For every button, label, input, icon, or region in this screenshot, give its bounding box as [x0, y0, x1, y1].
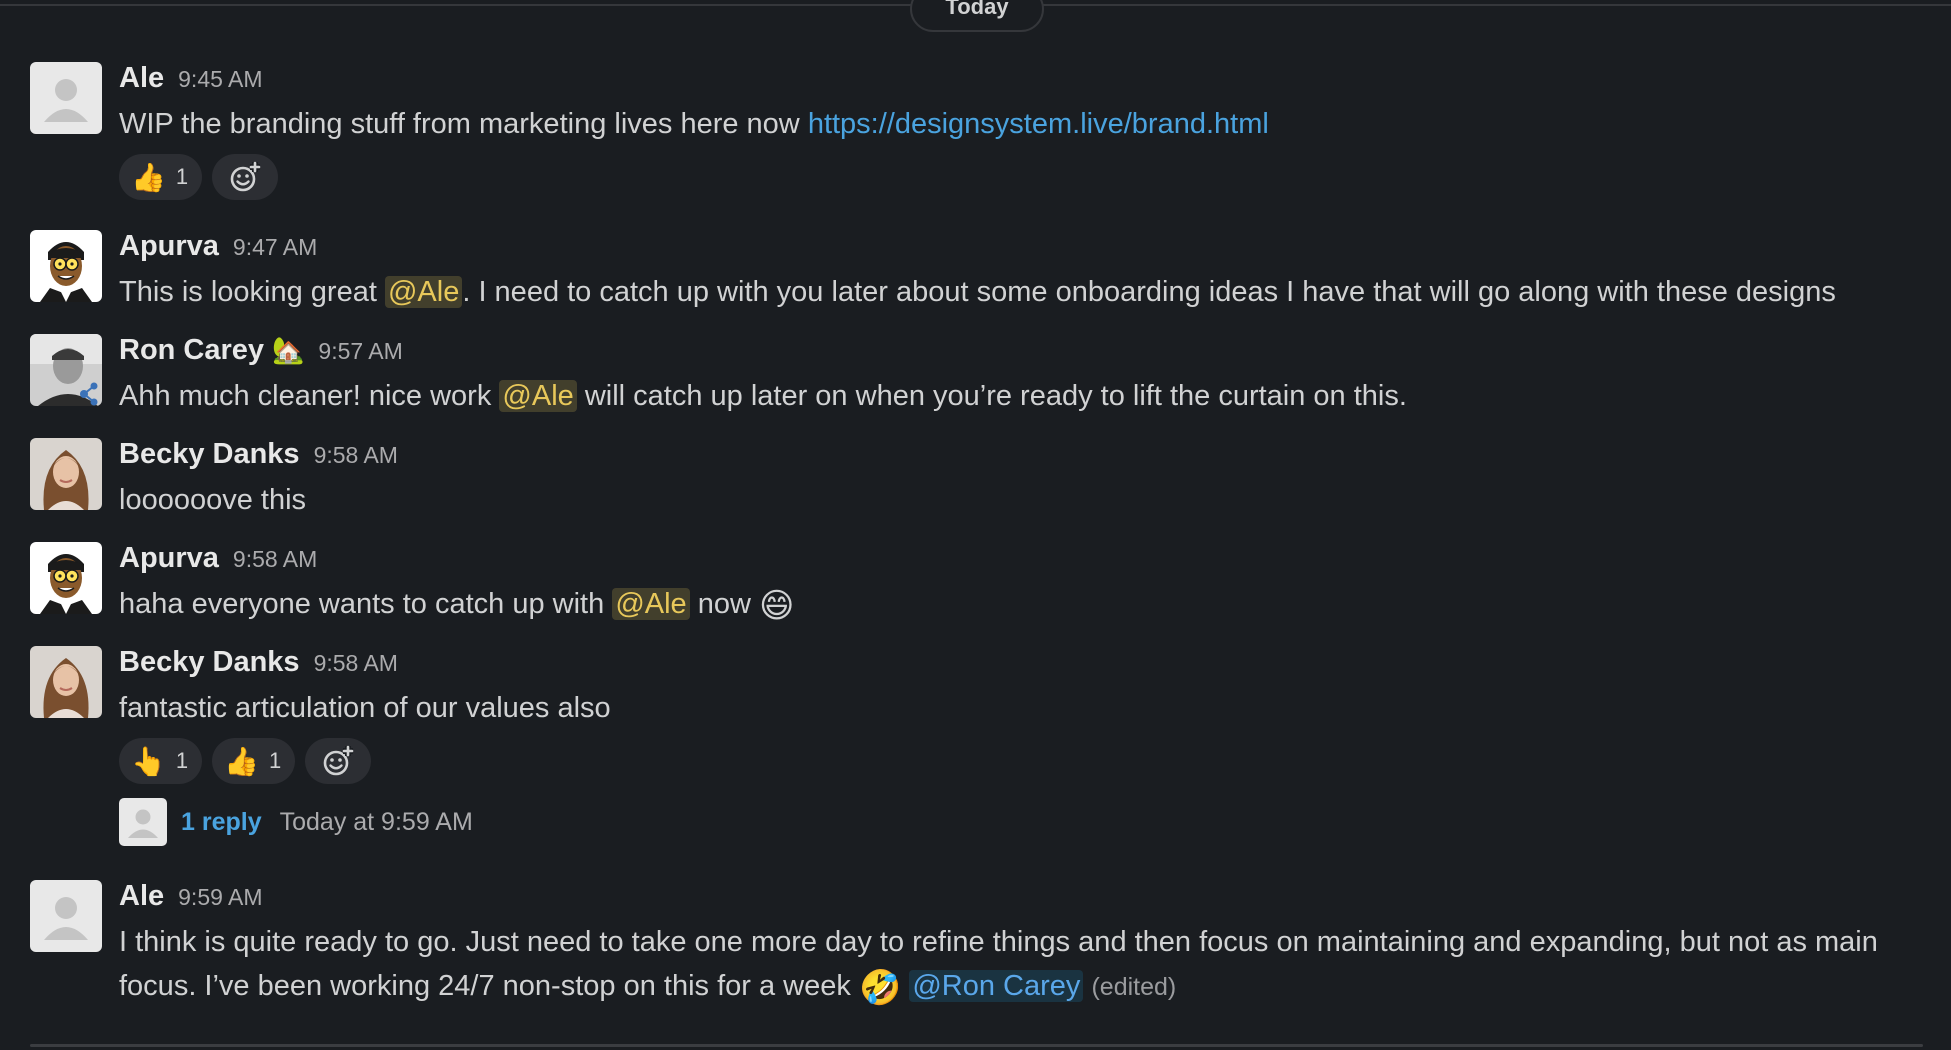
day-divider: Today [0, 0, 1951, 40]
composer-top-border [30, 1044, 1923, 1047]
rolling-laughing-icon: 🤣 [858, 969, 902, 1007]
message-text: WIP the branding stuff from marketing li… [119, 102, 1930, 146]
thread-summary[interactable]: 1 reply Today at 9:59 AM [119, 798, 1930, 846]
message-link[interactable]: https://designsystem.live/brand.html [808, 108, 1269, 140]
author-name[interactable]: Becky Danks [119, 646, 300, 679]
reaction-count: 1 [269, 748, 282, 773]
photo-avatar-icon [30, 646, 102, 718]
author-name[interactable]: Apurva [119, 230, 219, 263]
message-text-part: will catch up later on when you’re ready… [576, 380, 1407, 412]
message-text: fantastic articulation of our values als… [119, 692, 611, 724]
reactions-bar: 👍 1 [119, 154, 1930, 200]
message-text-line: focus. I’ve been working 24/7 non-stop o… [119, 970, 859, 1002]
message-text-part: haha everyone wants to catch up with [119, 588, 613, 620]
point-up-icon: 👆 [131, 745, 166, 777]
cartoon-avatar-icon [30, 230, 102, 302]
message-text: I think is quite ready to go. Just need … [119, 920, 1930, 1010]
thumbs-up-icon: 👍 [131, 161, 166, 193]
cartoon-avatar-icon [30, 542, 102, 614]
thread-reply-link[interactable]: 1 reply [181, 808, 262, 837]
message-text-part: Ahh much cleaner! nice work [119, 380, 500, 412]
timestamp[interactable]: 9:57 AM [318, 338, 402, 365]
message-text: Ahh much cleaner! nice work @Ale will ca… [119, 374, 1930, 418]
add-emoji-icon [230, 161, 261, 192]
add-reaction-button[interactable] [212, 154, 279, 200]
message-text-part: now [689, 588, 759, 620]
timestamp[interactable]: 9:45 AM [178, 66, 262, 93]
reaction-count: 1 [175, 164, 189, 189]
message-text-part: . I need to catch up with you later abou… [462, 276, 1836, 308]
avatar[interactable] [30, 880, 102, 952]
user-mention[interactable]: @Ale [384, 276, 463, 308]
add-reaction-button[interactable] [305, 738, 372, 784]
day-divider-label: Today [945, 0, 1009, 19]
reaction-thumbs-up[interactable]: 👍 1 [212, 738, 296, 784]
default-avatar-icon [30, 880, 102, 952]
photo-avatar-icon [30, 334, 102, 406]
timestamp[interactable]: 9:58 AM [314, 650, 398, 677]
default-avatar-icon [30, 62, 102, 134]
timestamp[interactable]: 9:58 AM [233, 546, 317, 573]
status-house-icon[interactable]: 🏡 [272, 335, 304, 366]
photo-avatar-icon [30, 438, 102, 510]
avatar[interactable] [30, 62, 102, 134]
reaction-count: 1 [175, 748, 189, 773]
author-name[interactable]: Becky Danks [119, 438, 300, 471]
timestamp[interactable]: 9:58 AM [314, 442, 398, 469]
avatar[interactable] [30, 438, 102, 510]
message-text: loooooove this [119, 484, 307, 516]
author-name[interactable]: Ron Carey [119, 334, 264, 367]
message-text-line: I think is quite ready to go. Just need … [119, 926, 1878, 958]
timestamp[interactable]: 9:59 AM [178, 884, 262, 911]
day-divider-pill[interactable]: Today [910, 0, 1044, 32]
timestamp[interactable]: 9:47 AM [233, 234, 317, 261]
thread-participant-avatar [119, 798, 167, 846]
grinning-face-icon: 😄 [759, 587, 795, 625]
thumbs-up-icon: 👍 [224, 745, 259, 777]
message-text: haha everyone wants to catch up with @Al… [119, 582, 1930, 628]
thread-reply-time: Today at 9:59 AM [279, 807, 473, 836]
edited-label: (edited) [1091, 973, 1177, 1001]
author-name[interactable]: Ale [119, 880, 164, 913]
message-text-part: This is looking great [119, 276, 385, 308]
user-mention[interactable]: @Ale [499, 380, 577, 412]
avatar[interactable] [30, 646, 102, 718]
avatar[interactable] [30, 334, 102, 406]
author-name[interactable]: Ale [119, 62, 164, 95]
reaction-point-up[interactable]: 👆 1 [119, 738, 203, 784]
add-emoji-icon [323, 745, 354, 776]
reaction-thumbs-up[interactable]: 👍 1 [119, 154, 203, 200]
default-avatar-icon [119, 798, 167, 846]
user-mention[interactable]: @Ale [612, 588, 690, 620]
avatar[interactable] [30, 542, 102, 614]
reactions-bar: 👆 1 👍 1 [119, 738, 1930, 784]
user-mention[interactable]: @Ron Carey [909, 970, 1084, 1002]
message-text: This is looking great @Ale. I need to ca… [119, 270, 1930, 314]
avatar[interactable] [30, 230, 102, 302]
author-name[interactable]: Apurva [119, 542, 219, 575]
message-text-part: WIP the branding stuff from marketing li… [119, 108, 808, 140]
